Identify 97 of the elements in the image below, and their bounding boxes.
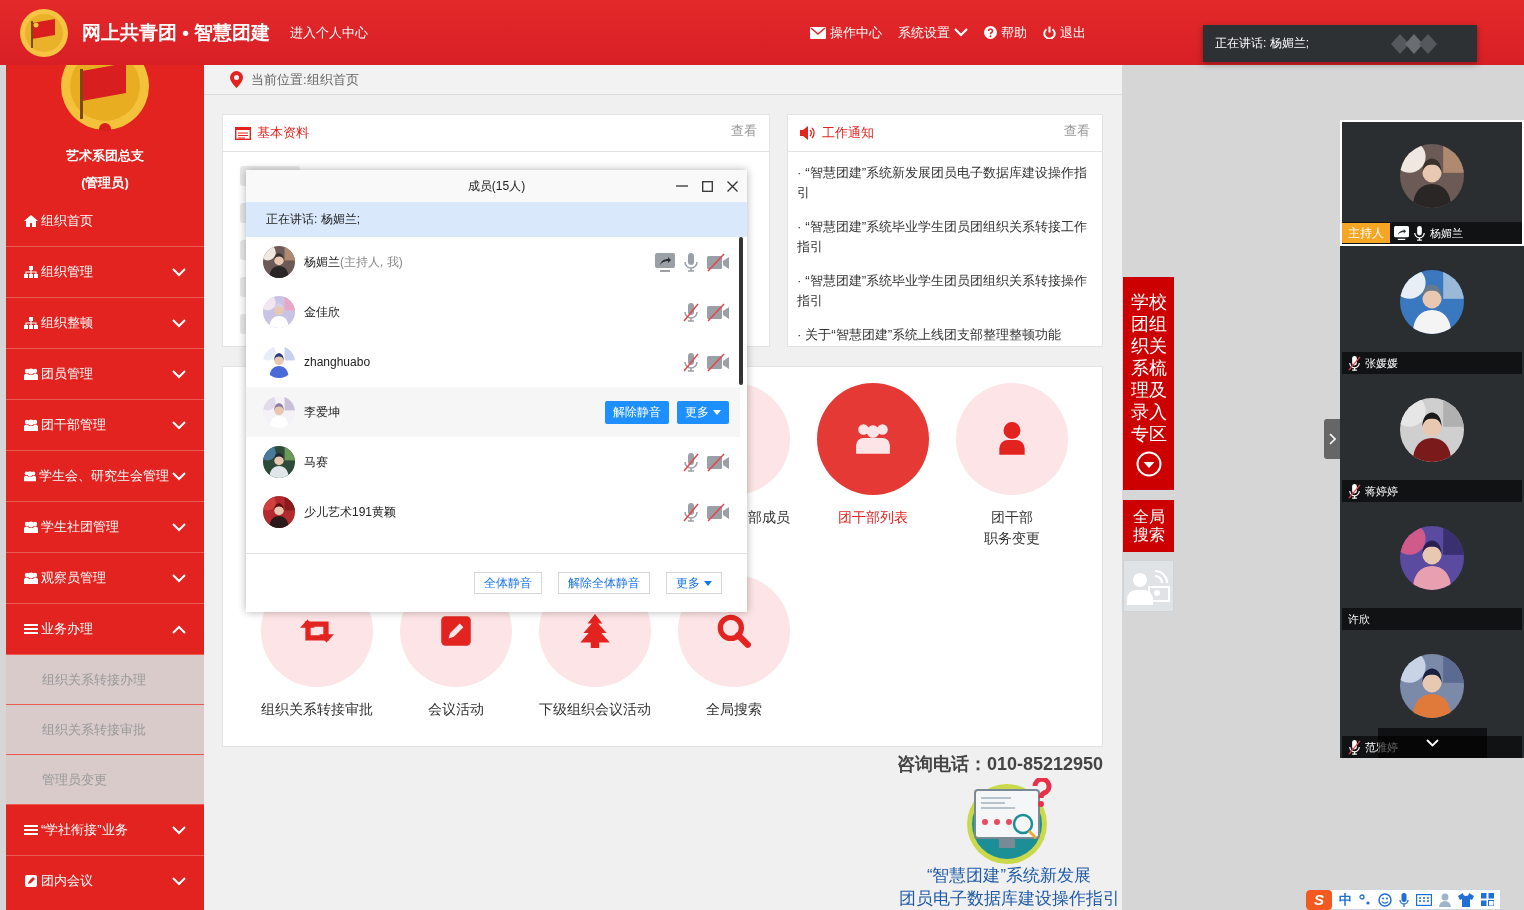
- collapse-handle[interactable]: [1324, 419, 1340, 459]
- zone-button[interactable]: 学校团组织关系梳理及录入专区: [1123, 277, 1174, 490]
- chevron-down-icon: [1426, 739, 1439, 747]
- guide-link[interactable]: “智慧团建”系统新发展: [927, 864, 1091, 887]
- notice-link[interactable]: · “智慧团建”系统毕业学生团员团组织关系转接操作指引: [797, 271, 1092, 311]
- member-row[interactable]: 马赛: [246, 437, 740, 487]
- view-link[interactable]: 查看: [1064, 122, 1090, 140]
- hotline-text: 咨询电话：010-85212950: [896, 753, 1103, 776]
- shortcut-label[interactable]: 团干部列表: [837, 507, 908, 528]
- member-row[interactable]: 李爱坤 解除静音 更多: [246, 387, 740, 437]
- participant-name: 张媛媛: [1365, 355, 1398, 371]
- profile-card-icon: [235, 126, 251, 140]
- footer-button[interactable]: 解除全体静音: [558, 572, 650, 594]
- users-icon: [24, 470, 36, 482]
- org-name: 艺术系团总支: [66, 147, 144, 165]
- member-name: 金佳欣: [304, 303, 340, 321]
- power-icon: [1043, 26, 1056, 39]
- grid-icon[interactable]: [1481, 893, 1494, 906]
- search-button[interactable]: 全局搜索: [1123, 500, 1174, 552]
- member-row[interactable]: 少儿艺术191黄颖: [246, 487, 740, 537]
- ime-mode[interactable]: 中: [1339, 890, 1352, 909]
- microphone-icon[interactable]: [1399, 892, 1409, 907]
- participant-name: 杨媚兰: [1430, 225, 1463, 241]
- video-tile[interactable]: 张媛媛: [1340, 246, 1524, 374]
- speaker-icon: [800, 126, 816, 140]
- breadcrumb-text: 当前位置:组织首页: [251, 70, 359, 89]
- keyboard-icon[interactable]: [1416, 893, 1432, 906]
- users-icon: [24, 572, 38, 584]
- chevron-right-icon: [1328, 433, 1336, 445]
- shortcut-label[interactable]: 全局搜索: [705, 699, 762, 720]
- sitemap-icon: [24, 266, 38, 278]
- location-pin-icon: [230, 71, 243, 88]
- video-tile[interactable]: 主持人 杨媚兰: [1340, 120, 1524, 246]
- speaking-banner: 正在讲话: 杨媚兰;: [246, 202, 747, 237]
- member-name: 李爱坤: [304, 403, 340, 421]
- participant-name: 范雅婷: [1365, 739, 1398, 755]
- ime-logo[interactable]: S: [1306, 889, 1332, 910]
- home-icon: [24, 214, 38, 227]
- shortcut-label[interactable]: 会议活动: [427, 699, 484, 720]
- circle-down-icon: [1135, 451, 1162, 477]
- menu-icon: [24, 623, 38, 635]
- shortcut-label[interactable]: 组织关系转接审批: [260, 699, 373, 720]
- users-icon: [24, 419, 38, 431]
- shortcut-label[interactable]: 团干部: [990, 507, 1033, 528]
- nav-link[interactable]: 操作中心: [810, 23, 882, 42]
- shortcut-label[interactable]: 职务变更: [983, 528, 1040, 549]
- guide-link[interactable]: 团员电子数据库建设操作指引: [898, 887, 1120, 910]
- notice-link[interactable]: · 关于“智慧团建”系统上线团支部整理整顿功能: [797, 325, 1092, 345]
- user-role: (管理员): [81, 174, 129, 192]
- notice-link[interactable]: · “智慧团建”系统新发展团员电子数据库建设操作指引: [797, 163, 1092, 203]
- close-icon[interactable]: [727, 180, 738, 192]
- shirt-icon[interactable]: [1458, 892, 1474, 907]
- watermark-icon: [1391, 32, 1437, 55]
- card-title: 工作通知: [822, 124, 874, 142]
- help-icon: [984, 26, 997, 39]
- footer-button[interactable]: 全体静音: [474, 572, 542, 594]
- menu-icon: [24, 824, 38, 836]
- action-button[interactable]: 解除静音: [605, 400, 669, 424]
- notice-link[interactable]: · “智慧团建”系统毕业学生团员团组织关系转接工作指引: [797, 217, 1092, 257]
- view-link[interactable]: 查看: [731, 122, 757, 140]
- dialog-title: 成员(15人): [467, 177, 526, 195]
- nav-link[interactable]: 帮助: [984, 23, 1027, 42]
- participant-name: 许欣: [1348, 611, 1370, 627]
- member-name: zhanghuabo: [304, 355, 371, 369]
- maximize-icon[interactable]: [702, 180, 713, 192]
- video-tile[interactable]: 蒋婷婷: [1340, 374, 1524, 502]
- logo: [19, 7, 69, 58]
- member-name: 少儿艺术191黄颖: [304, 503, 397, 521]
- host-badge: 主持人: [1342, 223, 1390, 243]
- mail-icon: [810, 26, 826, 39]
- emoji-icon[interactable]: [1378, 892, 1392, 907]
- presenter-icon: [1126, 567, 1171, 605]
- site-title: 网上共青团 • 智慧团建: [82, 20, 271, 45]
- member-name: 杨媚兰: [304, 253, 340, 271]
- member-row[interactable]: 杨媚兰(主持人, 我): [246, 237, 740, 287]
- member-role-note: (主持人, 我): [340, 253, 403, 271]
- shortcut-label[interactable]: 下级组织会议活动: [538, 699, 651, 720]
- footer-button[interactable]: 更多: [666, 572, 722, 594]
- nav-link[interactable]: 退出: [1043, 23, 1086, 42]
- member-row[interactable]: 金佳欣: [246, 287, 740, 337]
- speaking-text: 正在讲话: 杨媚兰;: [1215, 35, 1309, 52]
- edit-icon: [24, 875, 38, 887]
- video-tile[interactable]: 许欣: [1340, 502, 1524, 630]
- member-name: 马赛: [304, 453, 328, 471]
- users-icon: [24, 521, 38, 533]
- menu-item[interactable]: 组织首页: [6, 195, 204, 246]
- card-title: 基本资料: [257, 124, 309, 142]
- personal-center-link[interactable]: 进入个人中心: [290, 23, 369, 42]
- nav-link[interactable]: 系统设置: [898, 23, 968, 42]
- scrollbar-thumb[interactable]: [739, 237, 743, 385]
- member-row[interactable]: zhanghuabo: [246, 337, 740, 387]
- chevron-down-icon: [954, 28, 968, 37]
- action-button[interactable]: 更多: [677, 400, 729, 424]
- punctuation-icon[interactable]: [1359, 893, 1371, 906]
- users-icon: [24, 368, 38, 380]
- sitemap-icon: [24, 317, 38, 329]
- participant-name: 蒋婷婷: [1365, 483, 1398, 499]
